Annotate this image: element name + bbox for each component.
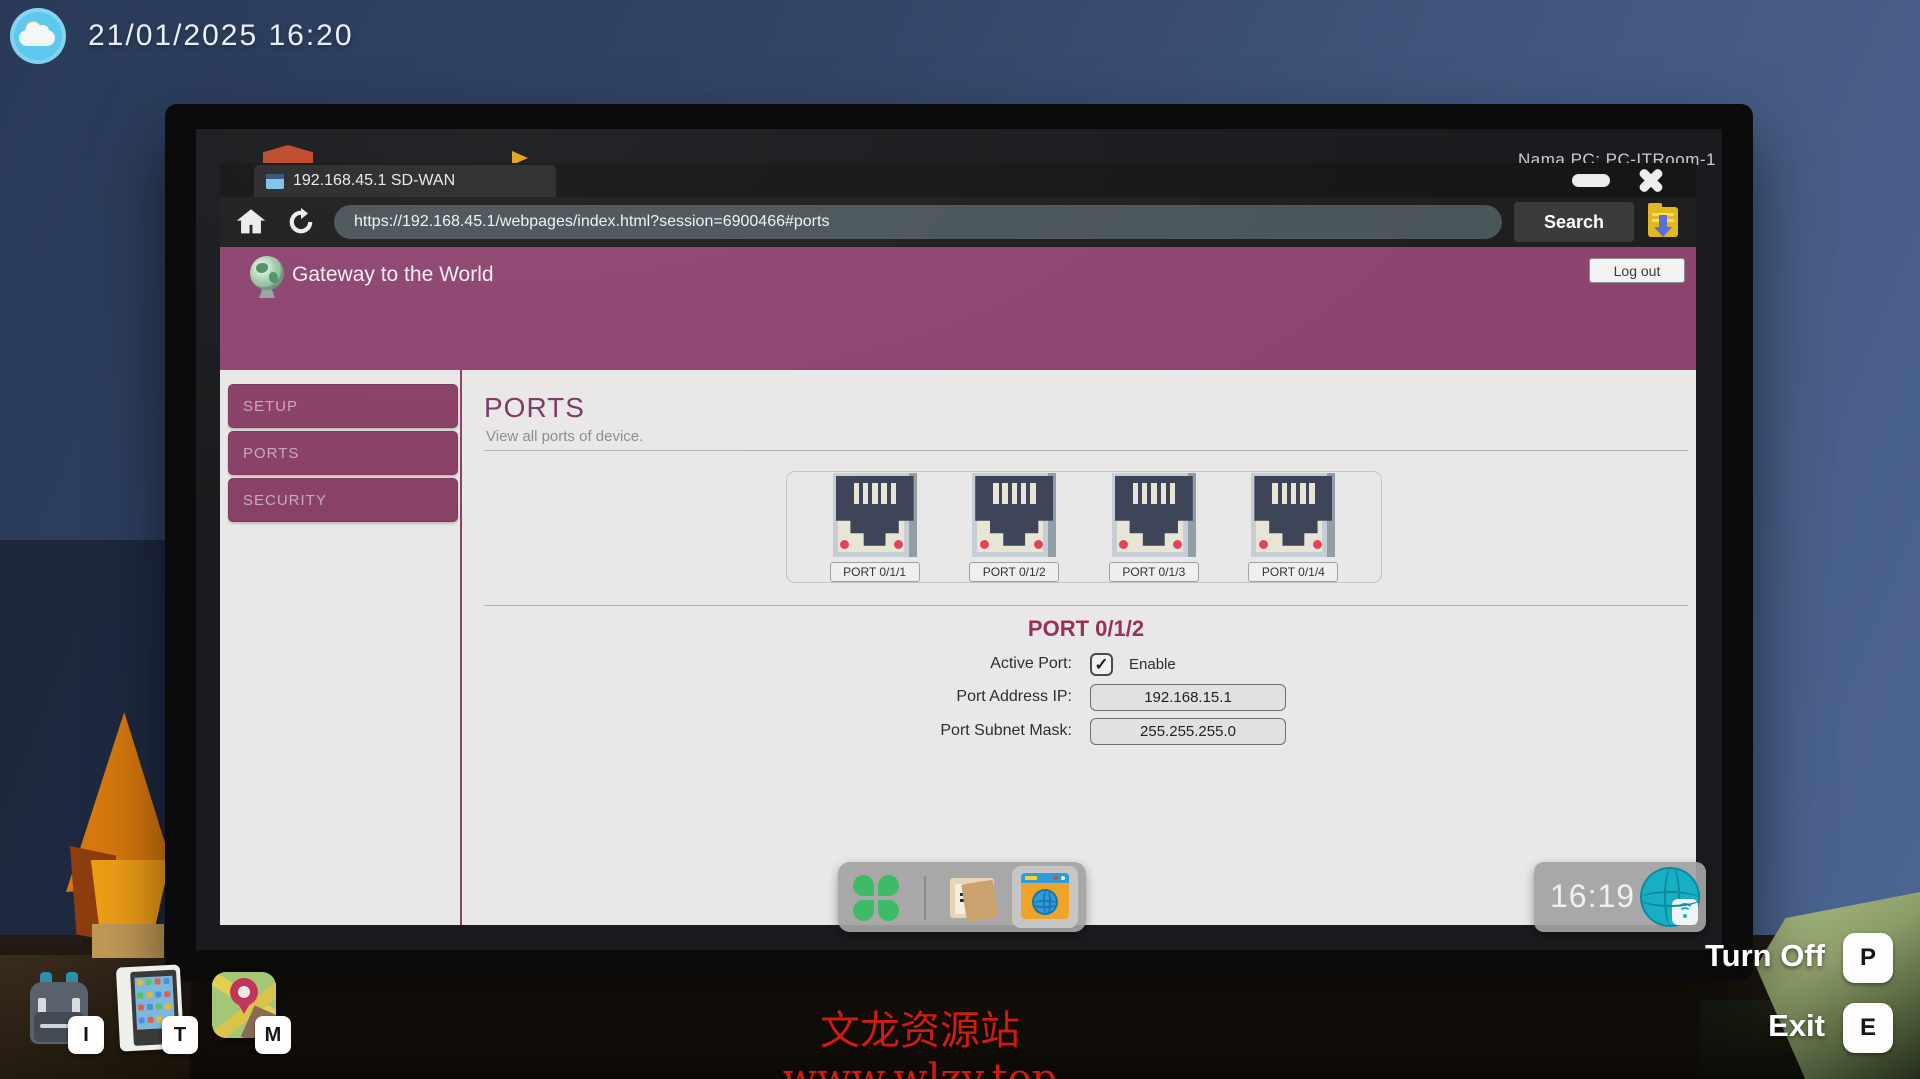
exit-key-badge: E [1843, 1003, 1893, 1053]
mask-input[interactable] [1090, 718, 1286, 745]
sidebar-item-security[interactable]: SECURITY [228, 478, 458, 522]
exit-action[interactable]: Exit [1768, 1008, 1825, 1044]
inventory-key-badge: I [68, 1016, 104, 1054]
url-input[interactable] [334, 205, 1502, 239]
active-app-highlight[interactable] [1012, 866, 1078, 928]
port-label: PORT 0/1/3 [1109, 562, 1199, 582]
ports-box: PORT 0/1/1 PORT 0/1/2 [786, 471, 1382, 583]
port-card-4[interactable]: PORT 0/1/4 [1241, 473, 1345, 582]
main-content: PORTS View all ports of device. PORT 0/ [484, 370, 1688, 925]
mask-row: Port Subnet Mask: [484, 717, 1688, 745]
port-card-2[interactable]: PORT 0/1/2 [962, 473, 1066, 582]
port-label: PORT 0/1/4 [1248, 562, 1338, 582]
bookmarks-folder-icon[interactable] [1646, 203, 1682, 241]
map-key-badge: M [255, 1016, 291, 1054]
network-globe-icon [1640, 867, 1700, 927]
home-icon[interactable] [234, 205, 268, 239]
browser-tab[interactable]: 192.168.45.1 SD-WAN [254, 165, 556, 197]
taskbar-divider [924, 876, 926, 920]
port-card-1[interactable]: PORT 0/1/1 [823, 473, 927, 582]
sidebar-item-setup[interactable]: SETUP [228, 384, 458, 428]
page-title: PORTS [484, 392, 585, 424]
tab-title: 192.168.45.1 SD-WAN [293, 172, 455, 190]
port-card-3[interactable]: PORT 0/1/3 [1102, 473, 1206, 582]
sidebar-divider [460, 370, 462, 925]
cloud-icon [19, 30, 55, 46]
port-label: PORT 0/1/1 [830, 562, 920, 582]
ip-row: Port Address IP: [484, 683, 1688, 711]
ip-input[interactable] [1090, 684, 1286, 711]
browser-window: 192.168.45.1 SD-WAN Search [220, 163, 1696, 925]
start-menu-icon[interactable] [853, 875, 899, 921]
turn-off-action[interactable]: Turn Off [1705, 938, 1825, 974]
desktop-icon-fragment [263, 145, 313, 163]
browser-tabstrip: 192.168.45.1 SD-WAN [220, 163, 1696, 197]
port-detail-title: PORT 0/1/2 [484, 616, 1688, 642]
logout-button[interactable]: Log out [1589, 258, 1685, 283]
divider [484, 605, 1688, 606]
watermark: 文龙资源站www.wlzy.top [690, 998, 1150, 1079]
enable-checkbox[interactable] [1090, 653, 1113, 676]
site-header: Gateway to the World Log out [220, 247, 1696, 370]
os-tray[interactable]: 16:19 [1534, 862, 1706, 932]
active-port-label: Active Port: [484, 655, 1090, 673]
game-scene: 21/01/2025 16:20 Nama PC: PC-ITRoom-1 19… [0, 0, 1920, 1079]
site-title: Gateway to the World [292, 263, 494, 287]
globe-icon [248, 256, 286, 300]
browser-toolbar: Search [220, 197, 1696, 247]
monitor: Nama PC: PC-ITRoom-1 192.168.45.1 SD-WAN [165, 104, 1753, 981]
turn-off-key-badge: P [1843, 933, 1893, 983]
wifi-icon [1672, 899, 1698, 925]
ethernet-port-icon [972, 473, 1056, 557]
hud-clock: 21/01/2025 16:20 [10, 8, 354, 64]
close-button[interactable] [1634, 164, 1668, 196]
ethernet-port-icon [833, 473, 917, 557]
mask-label: Port Subnet Mask: [484, 722, 1090, 740]
desk-decoration [92, 924, 164, 958]
ethernet-port-icon [1112, 473, 1196, 557]
enable-label: Enable [1129, 656, 1176, 673]
webpage: Gateway to the World Log out SETUP PORTS… [220, 247, 1696, 925]
port-label: PORT 0/1/2 [969, 562, 1059, 582]
tab-favicon-icon [266, 174, 284, 189]
divider [484, 450, 1688, 451]
weather-icon [10, 8, 66, 64]
hud-datetime: 21/01/2025 16:20 [88, 19, 354, 53]
page-subtitle: View all ports of device. [486, 428, 643, 445]
tray-clock: 16:19 [1550, 878, 1635, 915]
tablet-key-badge: T [162, 1016, 198, 1054]
browser-app-icon [1021, 873, 1069, 919]
file-explorer-icon[interactable] [948, 876, 998, 920]
active-port-row: Active Port: Enable [484, 650, 1688, 678]
sidebar-nav: SETUP PORTS SECURITY [228, 384, 460, 525]
minimize-button[interactable] [1572, 174, 1610, 187]
ip-label: Port Address IP: [484, 688, 1090, 706]
sidebar-item-ports[interactable]: PORTS [228, 431, 458, 475]
os-taskbar [838, 862, 1086, 932]
search-button[interactable]: Search [1514, 202, 1634, 242]
ethernet-port-icon [1251, 473, 1335, 557]
monitor-screen[interactable]: Nama PC: PC-ITRoom-1 192.168.45.1 SD-WAN [196, 129, 1722, 950]
refresh-icon[interactable] [284, 205, 318, 239]
